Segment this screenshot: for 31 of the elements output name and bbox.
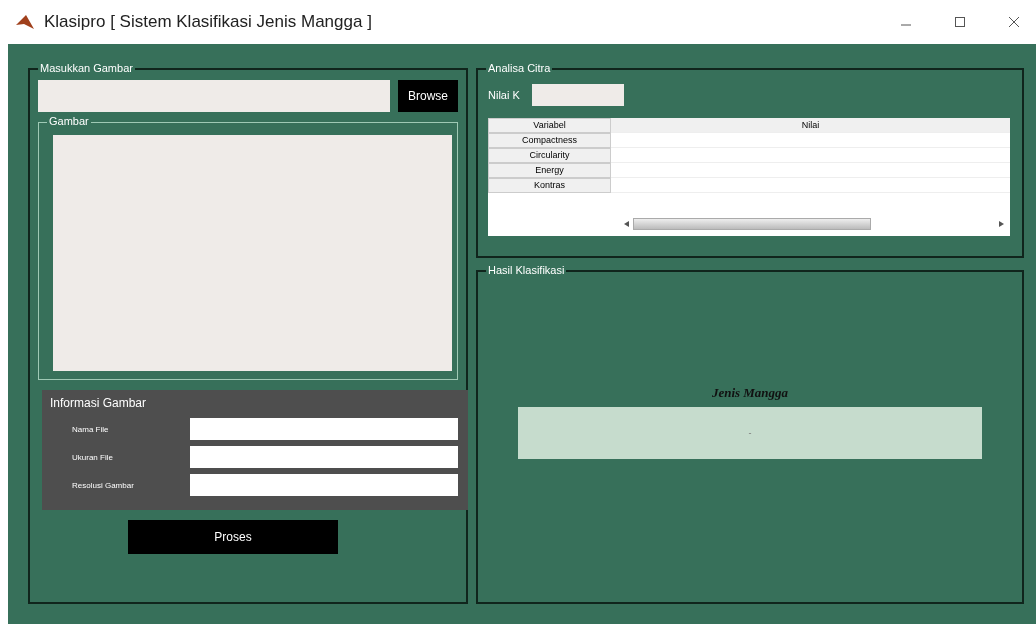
panel-title: Masukkan Gambar xyxy=(38,61,135,75)
row-header: Kontras xyxy=(488,178,611,193)
scroll-right-icon[interactable] xyxy=(999,221,1004,227)
info-field[interactable] xyxy=(190,474,458,496)
app-logo-icon xyxy=(16,15,34,29)
window-title: Klasipro [ Sistem Klasifikasi Jenis Mangga ] xyxy=(44,12,373,32)
field-label: Ukuran File xyxy=(71,452,114,462)
path-field[interactable] xyxy=(38,80,390,112)
info-title: Informasi Gambar xyxy=(50,396,148,410)
row-header: Compactness xyxy=(488,133,611,148)
maximize-icon[interactable] xyxy=(954,16,966,28)
info-field[interactable] xyxy=(190,418,458,440)
k-field[interactable] xyxy=(532,84,624,106)
row-header: Circularity xyxy=(488,148,611,163)
column-header: Variabel xyxy=(488,118,611,133)
info-field[interactable] xyxy=(190,446,458,468)
scrollbar-thumb[interactable] xyxy=(633,218,871,230)
row-header: Energy xyxy=(488,163,611,178)
k-label: Nilai K xyxy=(488,89,521,101)
process-button[interactable]: Proses xyxy=(128,520,338,554)
scroll-left-icon[interactable] xyxy=(624,221,629,227)
panel-title: Hasil Klasifikasi xyxy=(486,263,567,277)
result-label: Jenis Mangga xyxy=(711,385,789,401)
close-icon[interactable] xyxy=(1008,16,1020,28)
result-value: - xyxy=(518,407,982,459)
field-label: Resolusi Gambar xyxy=(71,480,135,490)
field-label: Nama File xyxy=(71,424,110,434)
column-header: Nilai xyxy=(611,118,1010,133)
panel-title: Analisa Citra xyxy=(486,61,553,75)
browse-button[interactable]: Browse xyxy=(398,80,458,112)
panel-title: Gambar xyxy=(47,114,91,128)
